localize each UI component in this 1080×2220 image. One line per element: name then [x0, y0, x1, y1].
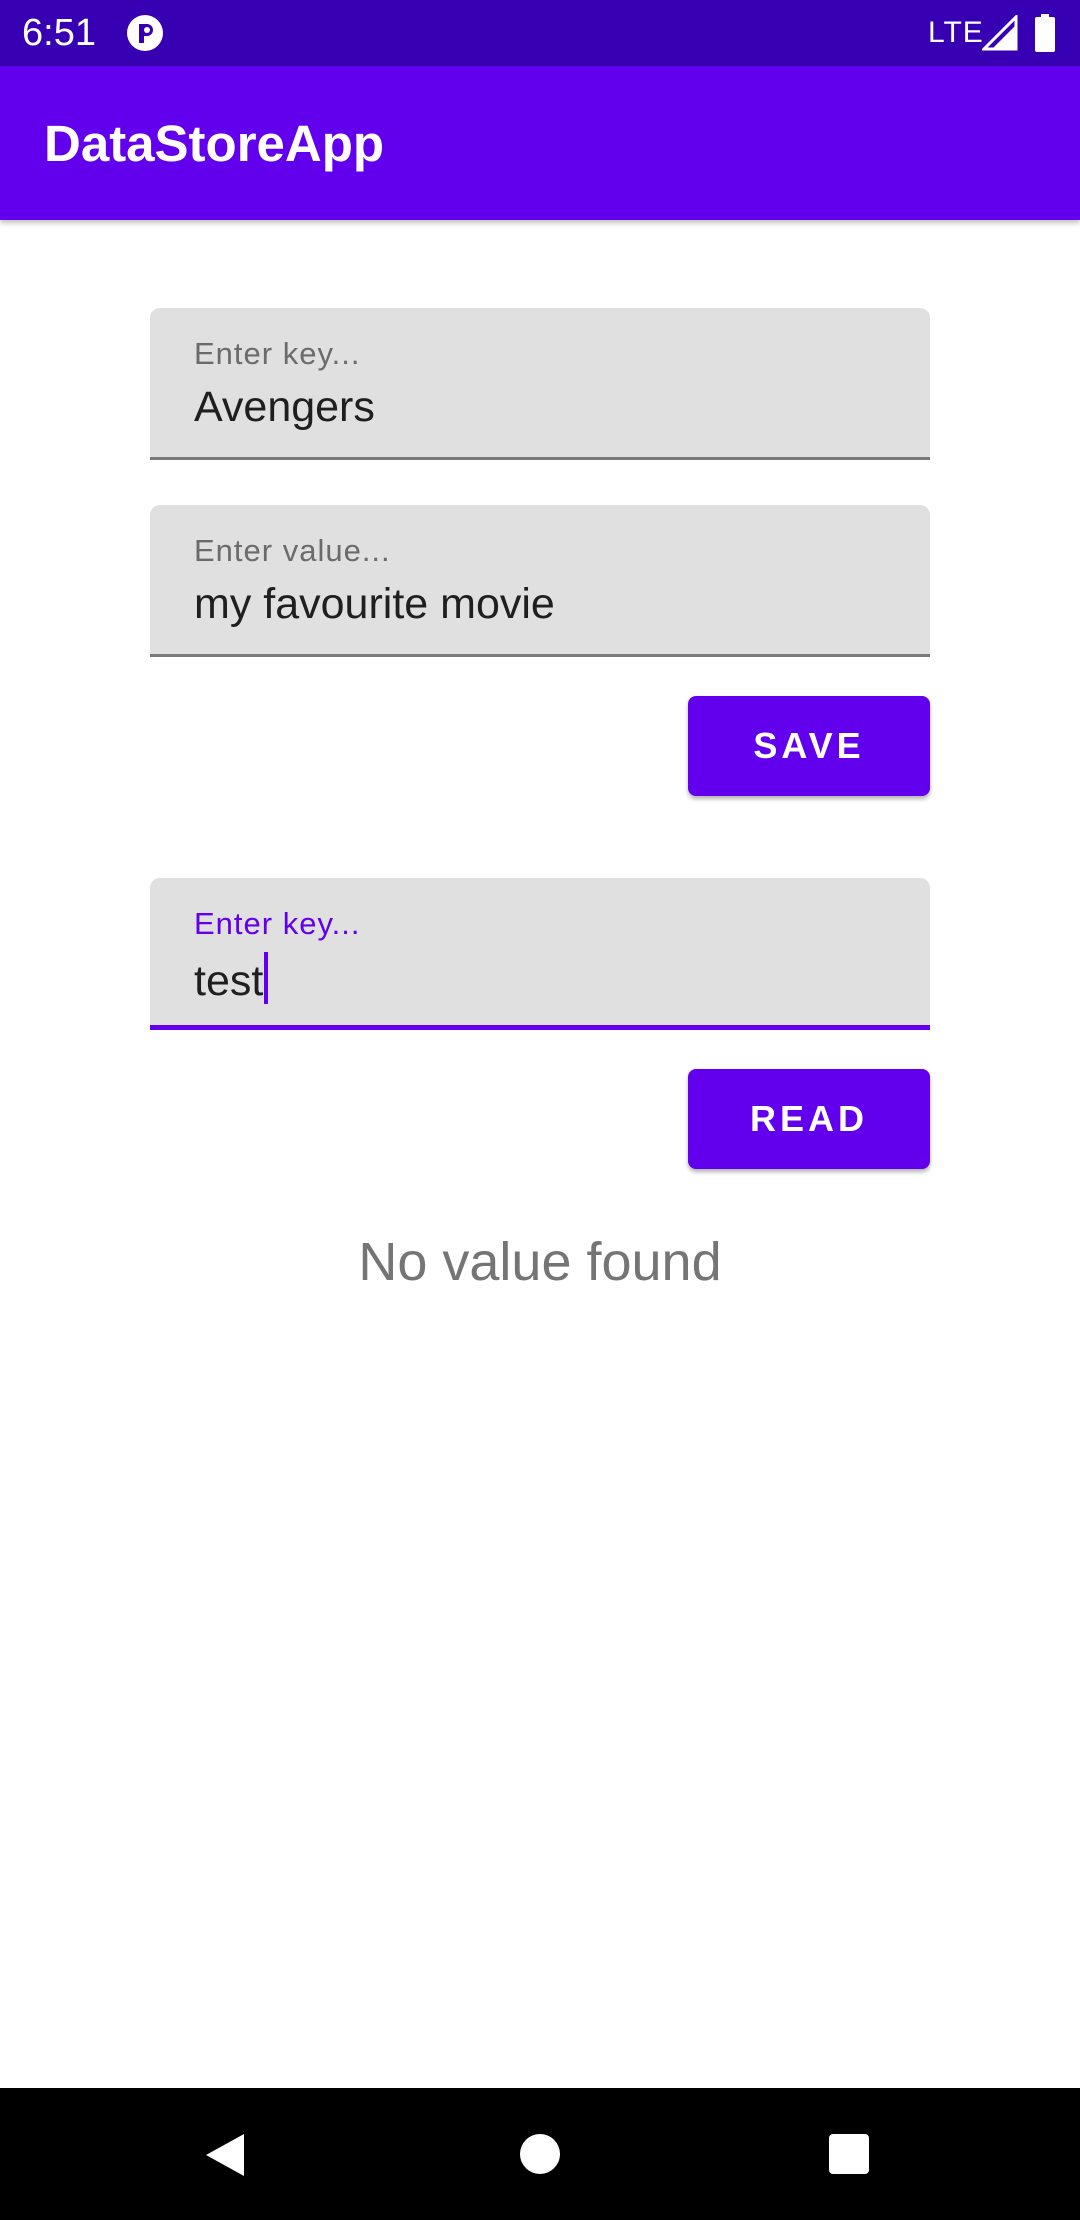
save-key-value: Avengers [194, 383, 375, 431]
read-key-value: test [194, 957, 264, 1005]
save-button[interactable]: SAVE [688, 696, 930, 796]
read-key-value-wrapper: test [194, 952, 269, 1006]
network-type-label: LTE [928, 16, 984, 49]
status-time: 6:51 [22, 12, 96, 54]
recents-icon[interactable] [828, 2133, 870, 2175]
read-key-field[interactable]: Enter key... test [150, 878, 930, 1030]
signal-icon [982, 15, 1018, 51]
save-value-value: my favourite movie [194, 580, 555, 628]
app-bar: DataStoreApp [0, 66, 1080, 220]
notification-app-icon [127, 15, 163, 51]
text-cursor [264, 952, 269, 1004]
app-title: DataStoreApp [44, 115, 385, 172]
status-bar: 6:51 LTE [0, 0, 1080, 66]
read-button[interactable]: READ [688, 1069, 930, 1169]
read-result-text: No value found [358, 1232, 722, 1292]
battery-icon [1035, 14, 1055, 52]
save-value-label: Enter value... [194, 533, 391, 568]
save-value-field[interactable]: Enter value... my favourite movie [150, 505, 930, 657]
home-icon[interactable] [518, 2132, 562, 2176]
save-key-field[interactable]: Enter key... Avengers [150, 308, 930, 460]
read-key-label: Enter key... [194, 906, 361, 941]
save-key-label: Enter key... [194, 336, 361, 371]
navigation-bar [0, 2088, 1080, 2220]
back-icon[interactable] [204, 2132, 248, 2178]
